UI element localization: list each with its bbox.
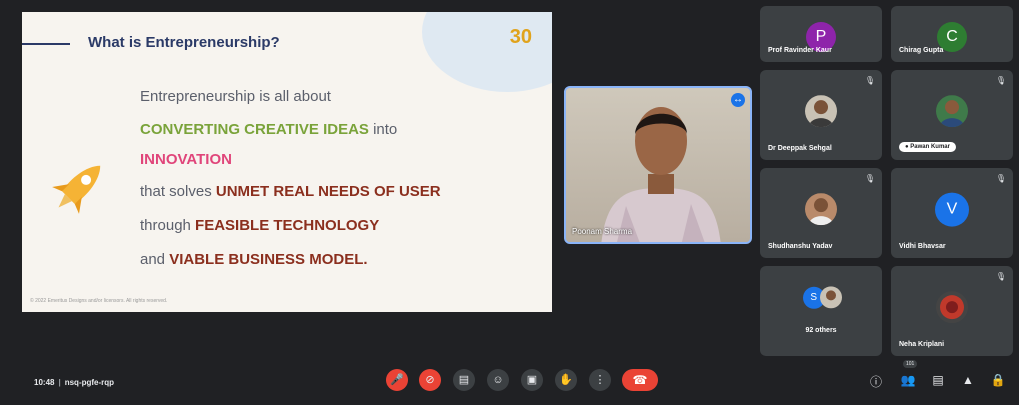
slide-line-3: INNOVATION — [140, 151, 232, 168]
meeting-time: 10:48 — [34, 378, 55, 387]
more-options-icon[interactable]: ⋮ — [589, 369, 611, 391]
participant-name: Shudhanshu Yadav — [768, 243, 833, 250]
meeting-code: nsq-pgfe-rqp — [64, 378, 115, 387]
slide-line-5: through FEASIBLE TECHNOLOGY — [140, 217, 380, 234]
people-count-badge: 101 — [903, 360, 918, 368]
mic-muted-icon: 🎙 — [995, 272, 1006, 281]
slide-line-2: CONVERTING CREATIVE IDEAS into — [140, 121, 398, 138]
avatar — [936, 95, 968, 128]
participant-name: Prof Ravinder Kaur — [768, 47, 832, 54]
slide-title: What is Entrepreneurship? — [88, 34, 280, 51]
participant-name: Neha Kriplani — [899, 341, 945, 348]
slide-logo: 30 — [510, 26, 532, 49]
participant-tile[interactable]: 🎙 ● Pawan Kumar — [891, 70, 1013, 160]
presentation-slide: What is Entrepreneurship? 30 Entrepreneu… — [22, 12, 552, 312]
participant-name: Chirag Gupta — [899, 47, 944, 54]
avatar — [805, 193, 837, 226]
avatar — [819, 286, 842, 309]
slide-decoration — [422, 12, 552, 92]
slide-line-4: that solves UNMET REAL NEEDS OF USER — [140, 183, 441, 200]
participant-name: Dr Deeppak Sehgal — [768, 145, 832, 152]
participant-tile[interactable]: P Prof Ravinder Kaur — [760, 6, 882, 62]
end-call-icon[interactable]: ☎ — [622, 369, 658, 391]
raise-hand-icon[interactable]: ✋ — [555, 369, 577, 391]
slide-line-6: and VIABLE BUSINESS MODEL. — [140, 251, 368, 268]
avatar — [936, 291, 968, 324]
participant-tile[interactable]: 🎙 V Vidhi Bhavsar — [891, 168, 1013, 258]
mic-muted-icon: 🎙 — [995, 76, 1006, 85]
emoji-icon[interactable]: ☺ — [487, 369, 509, 391]
speaker-name: Poonam Sharma — [572, 227, 633, 236]
activities-icon[interactable]: ▲ — [960, 373, 976, 387]
captions-icon[interactable]: ▤ — [453, 369, 475, 391]
chat-icon[interactable]: ▤ — [930, 373, 946, 387]
camera-off-icon[interactable]: ⊘ — [419, 369, 441, 391]
speaker-video-tile[interactable]: ↔ Poonam Sharma — [564, 86, 752, 244]
avatar — [805, 95, 837, 128]
people-icon[interactable]: 👥 — [900, 373, 916, 387]
mic-muted-icon: 🎙 — [864, 76, 875, 85]
title-rule — [22, 43, 70, 45]
participant-tile[interactable]: 🎙 Neha Kriplani — [891, 266, 1013, 356]
meeting-info: 10:48 | nsq-pgfe-rqp — [34, 378, 115, 387]
info-icon[interactable]: ⓘ — [868, 373, 884, 390]
mic-muted-icon: 🎙 — [864, 174, 875, 183]
mic-muted-icon: 🎙 — [995, 174, 1006, 183]
mic-off-icon[interactable]: 🎤 — [386, 369, 408, 391]
participant-name: ● Pawan Kumar — [899, 142, 956, 152]
participant-tile[interactable]: 🎙 Dr Deeppak Sehgal — [760, 70, 882, 160]
rocket-icon — [52, 165, 101, 214]
speaker-figure — [601, 107, 721, 242]
participant-tile[interactable]: 🎙 Shudhanshu Yadav — [760, 168, 882, 258]
logo-number: 30 — [509, 26, 532, 48]
slide-footer: © 2022 Emeritus Designs and/or licensors… — [30, 298, 168, 304]
participant-name: Vidhi Bhavsar — [899, 243, 946, 250]
present-icon[interactable]: ▣ — [521, 369, 543, 391]
pin-icon[interactable]: ↔ — [731, 93, 745, 107]
others-count: 92 others — [805, 327, 837, 334]
slide-line-1: Entrepreneurship is all about — [140, 88, 331, 105]
others-tile[interactable]: S 92 others — [760, 266, 882, 356]
host-controls-icon[interactable]: 🔒 — [990, 373, 1006, 387]
avatar: V — [935, 192, 969, 227]
participant-tile[interactable]: C Chirag Gupta — [891, 6, 1013, 62]
